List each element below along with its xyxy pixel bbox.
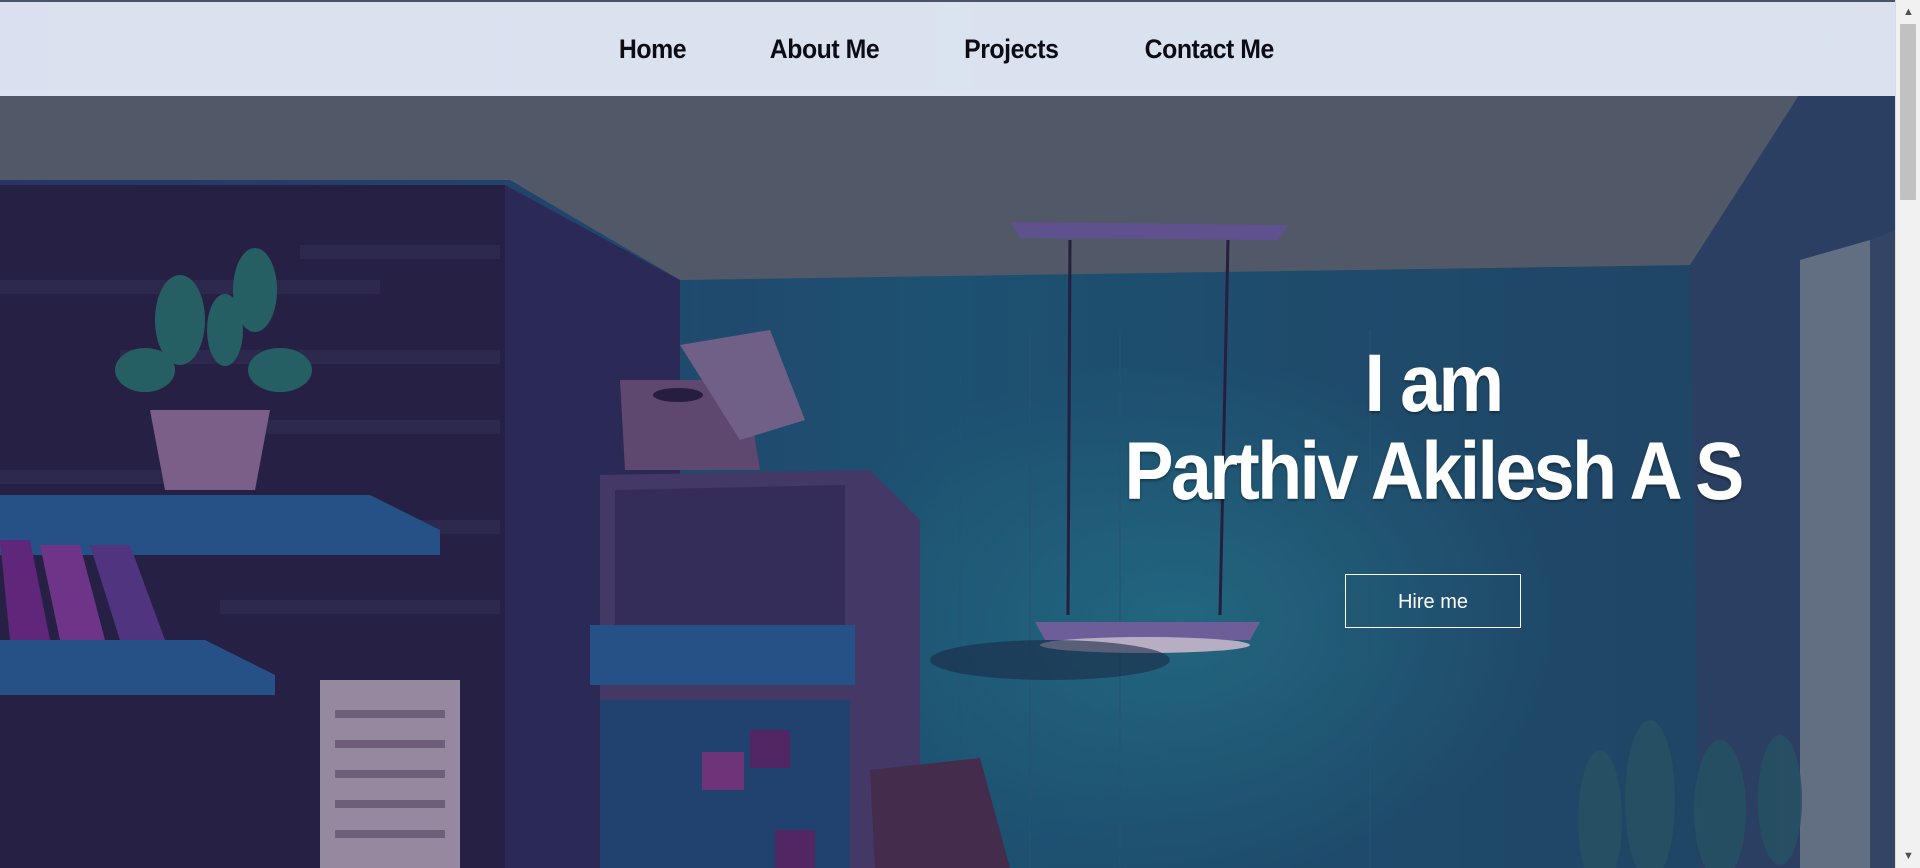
hero-intro-text: I am (1364, 338, 1505, 429)
nav-home[interactable]: Home (619, 34, 687, 65)
scroll-down-arrow-icon[interactable]: ▼ (1896, 846, 1920, 866)
nav-projects[interactable]: Projects (964, 34, 1059, 65)
scrollbar-thumb[interactable] (1900, 24, 1916, 200)
top-nav-bar: Home About Me Projects Contact Me (0, 0, 1895, 96)
vertical-scrollbar[interactable]: ▲ ▼ (1895, 0, 1920, 868)
nav-contact-me[interactable]: Contact Me (1144, 34, 1274, 65)
hero-section: I am Parthiv Akilesh A S Hire me (1088, 340, 1778, 628)
page: Home About Me Projects Contact Me I am P… (0, 0, 1895, 868)
hero-name-title: Parthiv Akilesh A S (1124, 426, 1744, 517)
hire-me-button[interactable]: Hire me (1345, 574, 1521, 628)
scroll-up-arrow-icon[interactable]: ▲ (1896, 2, 1920, 22)
nav-about-me[interactable]: About Me (770, 34, 880, 65)
